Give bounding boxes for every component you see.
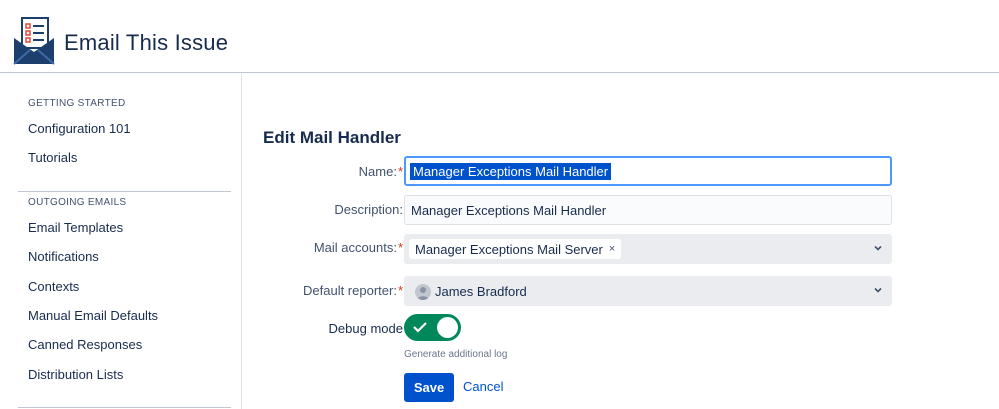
save-button[interactable]: Save	[404, 373, 454, 402]
description-input[interactable]	[405, 196, 891, 224]
name-field-selected-text[interactable]: Manager Exceptions Mail Handler	[410, 163, 612, 180]
app-header: Email This Issue	[0, 0, 999, 73]
app-title: Email This Issue	[64, 30, 229, 55]
debug-mode-toggle[interactable]	[404, 314, 461, 341]
sidebar-item-notifications[interactable]: Notifications	[28, 249, 99, 264]
check-icon	[413, 322, 427, 333]
debug-mode-label: Debug mode	[328, 321, 403, 336]
sidebar-item-canned-responses[interactable]: Canned Responses	[28, 337, 142, 352]
required-marker: *	[397, 164, 403, 179]
sidebar-item-distribution-lists[interactable]: Distribution Lists	[28, 367, 123, 382]
sidebar-divider	[18, 407, 231, 408]
sidebar-item-manual-email-defaults[interactable]: Manual Email Defaults	[28, 308, 158, 323]
description-field[interactable]	[404, 195, 892, 225]
chevron-down-icon	[874, 245, 882, 251]
required-marker: *	[397, 283, 403, 298]
page-title: Edit Mail Handler	[263, 128, 401, 147]
sidebar-divider	[18, 191, 231, 192]
default-reporter-label: Default reporter:*	[303, 283, 403, 298]
remove-chip-icon[interactable]: ×	[609, 243, 615, 255]
user-avatar-icon	[417, 287, 429, 300]
sidebar-item-tutorials[interactable]: Tutorials	[28, 150, 77, 165]
toggle-knob	[437, 317, 458, 338]
mail-accounts-label: Mail accounts:*	[313, 240, 403, 255]
name-label: Name:*	[358, 164, 403, 179]
main-content: Edit Mail Handler Name:* Manager Excepti…	[243, 74, 999, 409]
envelope-checklist-icon	[13, 17, 55, 65]
required-marker: *	[397, 240, 403, 255]
sidebar-item-email-templates[interactable]: Email Templates	[28, 220, 123, 235]
mail-account-chip: Manager Exceptions Mail Server ×	[409, 239, 622, 259]
sidebar-item-contexts[interactable]: Contexts	[28, 279, 79, 294]
description-label: Description:	[334, 202, 403, 217]
default-reporter-select[interactable]: James Bradford	[404, 276, 892, 306]
chevron-down-icon	[874, 287, 882, 293]
debug-mode-help: Generate additional log	[404, 349, 508, 360]
cancel-button[interactable]: Cancel	[463, 379, 503, 394]
sidebar-heading-outgoing-emails: OUTGOING EMAILS	[28, 197, 127, 208]
sidebar: GETTING STARTED Configuration 101 Tutori…	[0, 74, 242, 409]
mail-accounts-select[interactable]: Manager Exceptions Mail Server ×	[404, 234, 892, 264]
reporter-name: James Bradford	[435, 284, 527, 299]
name-field[interactable]: Manager Exceptions Mail Handler	[404, 156, 892, 186]
sidebar-heading-getting-started: GETTING STARTED	[28, 98, 126, 109]
avatar	[415, 284, 431, 300]
sidebar-item-configuration-101[interactable]: Configuration 101	[28, 121, 131, 136]
mail-account-chip-label: Manager Exceptions Mail Server	[415, 241, 603, 257]
